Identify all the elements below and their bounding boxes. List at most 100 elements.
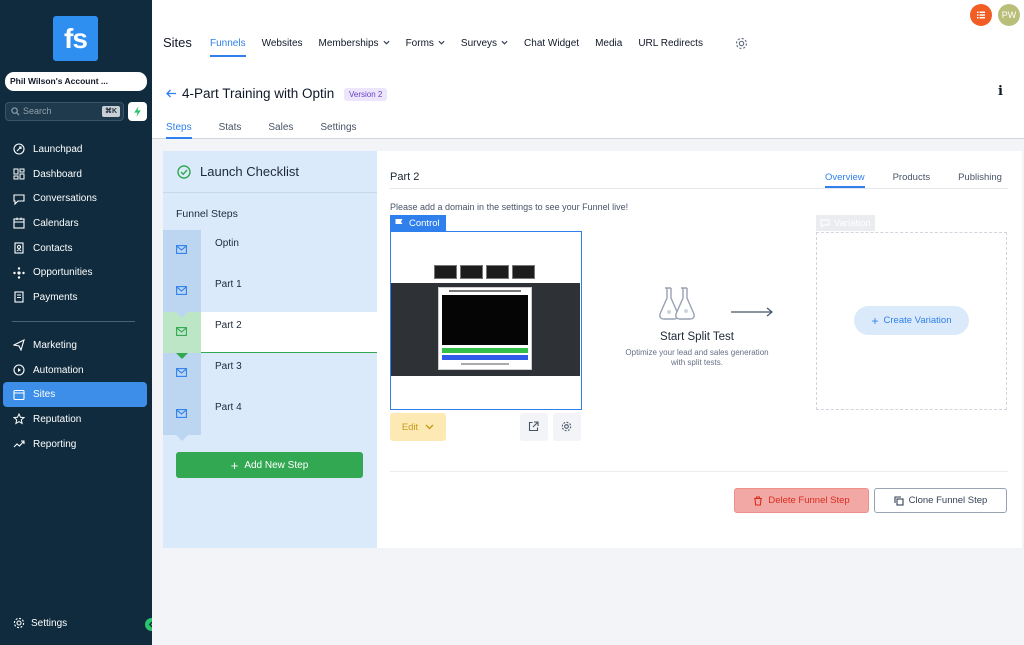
step-icon-box <box>163 271 201 318</box>
tab-stats[interactable]: Stats <box>219 122 242 133</box>
tab-surveys[interactable]: Surveys <box>461 38 508 49</box>
control-badge: Control <box>390 215 446 231</box>
delete-funnel-step-button[interactable]: Delete Funnel Step <box>734 488 869 513</box>
funnel-step-part-2[interactable]: Part 2 <box>163 312 377 359</box>
tab-memberships[interactable]: Memberships <box>319 38 390 49</box>
variation-placeholder: + Create Variation <box>816 232 1007 410</box>
split-test-description: Optimize your lead and sales generation … <box>597 348 797 368</box>
step-detail-panel: Part 2 Overview Products Publishing Plea… <box>377 151 1022 548</box>
variation-badge: Variation <box>816 215 875 231</box>
delete-label: Delete Funnel Step <box>768 495 850 506</box>
tab-label: Forms <box>405 38 434 49</box>
launch-checklist[interactable]: Launch Checklist <box>163 151 377 193</box>
sidebar-item-settings[interactable]: Settings <box>13 617 67 629</box>
clone-funnel-step-button[interactable]: Clone Funnel Step <box>874 488 1007 513</box>
avatar[interactable]: PW <box>998 4 1020 26</box>
sidebar-item-contacts[interactable]: Contacts <box>0 236 152 261</box>
top-tabs: Funnels Websites Memberships Forms Surve… <box>210 38 719 57</box>
tabs-divider <box>390 188 1008 189</box>
sidebar-item-automation[interactable]: Automation <box>0 358 152 383</box>
version-badge: Version 2 <box>344 88 388 101</box>
arrow-left-icon <box>166 89 177 98</box>
plus-icon: + <box>871 313 879 328</box>
notifications-button[interactable] <box>970 4 992 26</box>
page-preview-thumbnail[interactable] <box>390 231 582 410</box>
tab-sales[interactable]: Sales <box>268 122 293 133</box>
step-icon-box <box>163 312 201 359</box>
copy-icon <box>894 495 909 506</box>
edit-button[interactable]: Edit <box>390 413 446 441</box>
search-shortcut: ⌘K <box>101 106 120 117</box>
funnel-header: 4-Part Training with Optin Version 2 i S… <box>152 62 1024 139</box>
star-icon <box>13 413 26 426</box>
sidebar-item-payments[interactable]: Payments <box>0 285 152 310</box>
tab-publishing[interactable]: Publishing <box>958 172 1002 183</box>
tab-products[interactable]: Products <box>893 172 931 183</box>
tab-url-redirects[interactable]: URL Redirects <box>638 38 703 49</box>
external-link-icon <box>520 421 548 432</box>
add-new-step-button[interactable]: + Add New Step <box>176 452 363 478</box>
launchpad-icon <box>13 143 26 156</box>
back-button[interactable] <box>166 89 177 98</box>
tab-label: Memberships <box>318 38 379 49</box>
step-label: Optin <box>215 238 239 249</box>
preview-video <box>442 295 528 345</box>
sidebar-item-marketing[interactable]: Marketing <box>0 333 152 358</box>
funnel-steps-label: Funnel Steps <box>176 208 238 220</box>
step-label: Part 3 <box>215 361 242 372</box>
sidebar-item-label: Payments <box>33 291 78 303</box>
gear-icon <box>735 37 748 50</box>
sidebar-item-calendars[interactable]: Calendars <box>0 211 152 236</box>
sidebar-item-dashboard[interactable]: Dashboard <box>0 162 152 187</box>
tab-steps[interactable]: Steps <box>166 122 192 139</box>
edit-label: Edit <box>401 421 419 433</box>
info-icon[interactable]: i <box>998 84 1003 99</box>
tab-settings[interactable]: Settings <box>320 122 356 133</box>
create-variation-button[interactable]: + Create Variation <box>854 306 969 335</box>
step-tabs: Overview Products Publishing <box>825 172 1024 188</box>
quick-actions-button[interactable] <box>128 102 147 121</box>
funnel-step-part-4[interactable]: Part 4 <box>163 394 377 441</box>
tab-media[interactable]: Media <box>595 38 622 49</box>
tab-overview[interactable]: Overview <box>825 172 865 188</box>
sidebar-item-label: Conversations <box>33 193 97 205</box>
app-logo[interactable]: fs <box>53 16 98 61</box>
contacts-icon <box>13 242 26 255</box>
sidebar-item-sites[interactable]: Sites <box>3 382 147 408</box>
clone-label: Clone Funnel Step <box>908 495 988 506</box>
sites-settings-button[interactable] <box>735 37 748 50</box>
split-test-title: Start Split Test <box>660 331 734 343</box>
tab-chat-widget[interactable]: Chat Widget <box>524 38 579 49</box>
sidebar-item-label: Contacts <box>33 242 73 254</box>
domain-notice: Please add a domain in the settings to s… <box>390 202 629 212</box>
search-input[interactable]: Search ⌘K <box>5 102 124 121</box>
step-settings-button[interactable] <box>553 413 581 441</box>
actions-divider <box>390 471 1008 472</box>
step-icon-box <box>163 230 201 277</box>
payments-icon <box>13 291 26 304</box>
mail-icon <box>176 327 187 336</box>
tab-forms[interactable]: Forms <box>406 38 445 49</box>
plus-icon: + <box>230 457 239 473</box>
sidebar-item-reporting[interactable]: Reporting <box>0 432 152 457</box>
funnel-step-part-1[interactable]: Part 1 <box>163 271 377 318</box>
sidebar-item-launchpad[interactable]: Launchpad <box>0 137 152 162</box>
funnel-step-optin[interactable]: Optin <box>163 230 377 277</box>
main-content: 4-Part Training with Optin Version 2 i S… <box>152 62 1024 645</box>
sidebar-item-conversations[interactable]: Conversations <box>0 186 152 211</box>
account-switcher[interactable]: Phil Wilson's Account ... <box>5 72 147 91</box>
tab-websites[interactable]: Websites <box>262 38 303 49</box>
check-circle-icon <box>177 164 200 179</box>
gear-icon <box>13 617 25 629</box>
open-external-button[interactable] <box>520 413 548 441</box>
preview-header <box>391 232 580 283</box>
preview-blue-button <box>442 355 528 360</box>
step-label: Part 2 <box>215 320 242 331</box>
sidebar-item-reputation[interactable]: Reputation <box>0 407 152 432</box>
funnel-step-part-3[interactable]: Part 3 <box>163 353 377 400</box>
split-desc-line: with split tests. <box>670 358 723 367</box>
sidebar-item-opportunities[interactable]: Opportunities <box>0 260 152 285</box>
sidebar-item-label: Automation <box>33 364 84 376</box>
tab-funnels[interactable]: Funnels <box>210 38 246 57</box>
mail-icon <box>176 368 187 377</box>
